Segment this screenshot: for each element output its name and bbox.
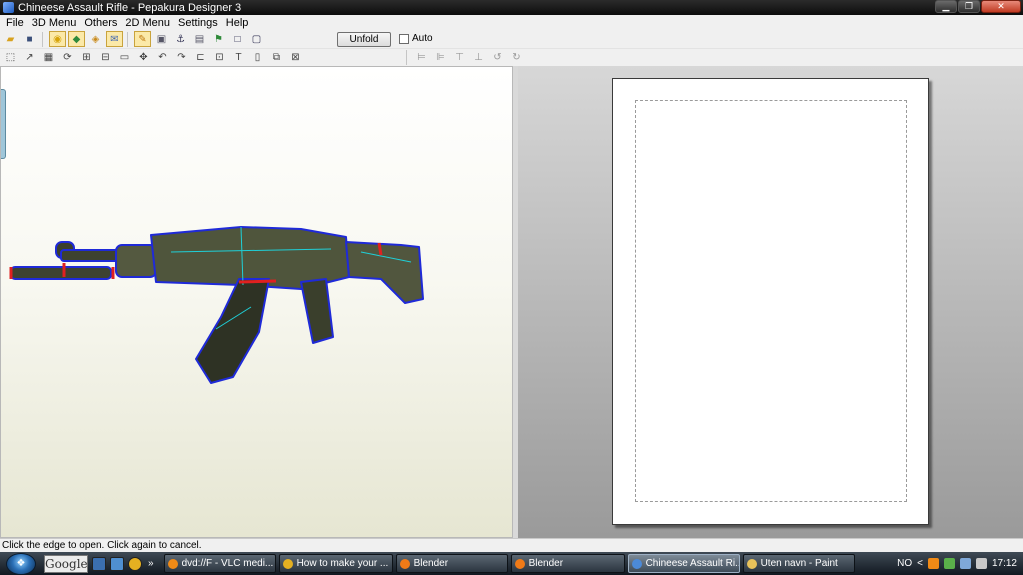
save-icon[interactable]: ■ — [21, 31, 38, 47]
task-label: Uten navn - Paint — [760, 558, 838, 569]
language-indicator[interactable]: NO — [897, 558, 912, 569]
quicklaunch-overflow[interactable]: » — [148, 558, 154, 569]
tray-expand-arrow[interactable]: < — [917, 558, 923, 569]
task-label: Blender — [413, 558, 449, 569]
layout-icon[interactable]: ⊡ — [211, 50, 228, 66]
menu-2d[interactable]: 2D Menu — [121, 17, 174, 29]
envelope-icon[interactable]: ✉ — [106, 31, 123, 47]
unfold-button[interactable]: Unfold — [337, 32, 391, 47]
main-toolbar: ▰ ■ ◉ ◆ ◈ ✉ ✎ ▣ ⚓ ▤ ⚑ □ ▢ Unfold Auto — [0, 30, 1023, 49]
printable-area — [635, 100, 907, 502]
align-right-icon[interactable]: ⊫ — [432, 50, 449, 66]
vlc-tray-icon[interactable] — [927, 558, 939, 569]
paint-icon — [746, 558, 757, 569]
side-panel-tab[interactable] — [1, 89, 6, 159]
cube-icon[interactable]: ◈ — [87, 31, 104, 47]
clock[interactable]: 17:12 — [992, 558, 1017, 569]
align-left-icon[interactable]: ⊨ — [413, 50, 430, 66]
task-label: dvd://F - VLC medi... — [181, 558, 274, 569]
auto-option: Auto — [399, 33, 433, 44]
show-desktop-icon[interactable] — [92, 556, 106, 571]
edit-toolbar: ⬚ ↗ ▦ ⟳ ⊞ ⊟ ▭ ✥ ↶ ↷ ⊏ ⊡ T ▯ ⧉ ⊠ ⊨ ⊫ ⊤ ⊥ … — [0, 49, 1023, 66]
pencil-icon[interactable]: ✎ — [134, 31, 151, 47]
auto-label: Auto — [412, 33, 433, 44]
copy-icon[interactable]: ⧉ — [268, 50, 285, 66]
paper-sheet[interactable] — [612, 78, 929, 525]
menu-others[interactable]: Others — [80, 17, 121, 29]
maximize-button[interactable]: ❐ — [958, 0, 980, 13]
pepakura-icon — [631, 558, 642, 569]
volume-icon[interactable] — [975, 558, 987, 569]
rotate-left-icon[interactable]: ↺ — [489, 50, 506, 66]
task-label: Chineese Assault Ri... — [645, 558, 740, 569]
chrome-icon[interactable] — [128, 556, 142, 571]
menu-settings[interactable]: Settings — [174, 17, 222, 29]
box-icon[interactable]: ▣ — [153, 31, 170, 47]
anchor-icon[interactable]: ⚓ — [172, 31, 189, 47]
task-blender-2[interactable]: Blender — [510, 554, 625, 573]
window-controls: ▁ ❐ ✕ — [935, 0, 1021, 13]
move-icon[interactable]: ✥ — [135, 50, 152, 66]
title-bar: Chineese Assault Rifle - Pepakura Design… — [0, 0, 1023, 15]
window-title: Chineese Assault Rifle - Pepakura Design… — [18, 1, 242, 14]
menu-bar: File 3D Menu Others 2D Menu Settings Hel… — [0, 15, 1023, 30]
flap-icon[interactable]: ▭ — [116, 50, 133, 66]
align-icon[interactable]: ⊏ — [192, 50, 209, 66]
text-icon[interactable]: T — [230, 50, 247, 66]
redo-icon[interactable]: ↷ — [173, 50, 190, 66]
open-folder-icon[interactable]: ▰ — [2, 31, 19, 47]
rotate-icon[interactable]: ⟳ — [59, 50, 76, 66]
vlc-icon — [167, 558, 178, 569]
taskbar: ❖ Google » dvd://F - VLC medi... How to … — [0, 552, 1023, 575]
menu-help[interactable]: Help — [222, 17, 253, 29]
task-chrome[interactable]: How to make your ... — [278, 554, 393, 573]
network-icon[interactable] — [959, 558, 971, 569]
rifle-model[interactable] — [1, 67, 512, 537]
grid-icon[interactable]: ▦ — [40, 50, 57, 66]
undo-icon[interactable]: ↶ — [154, 50, 171, 66]
minimize-button[interactable]: ▁ — [935, 0, 957, 13]
system-tray: NO < 17:12 — [891, 552, 1023, 575]
task-label: Blender — [528, 558, 564, 569]
texture-cube-icon[interactable]: ◆ — [68, 31, 85, 47]
scale-icon[interactable]: ⊠ — [287, 50, 304, 66]
split-view-icon[interactable]: ▢ — [248, 31, 265, 47]
pepakura-icon — [3, 2, 14, 13]
align-top-icon[interactable]: ⊤ — [451, 50, 468, 66]
task-blender-1[interactable]: Blender — [395, 554, 508, 573]
lightbulb-icon[interactable]: ◉ — [49, 31, 66, 47]
task-label: How to make your ... — [296, 558, 389, 569]
task-vlc[interactable]: dvd://F - VLC medi... — [163, 554, 276, 573]
tray-app-icon[interactable] — [943, 558, 955, 569]
rotate-right-icon[interactable]: ↻ — [508, 50, 525, 66]
switch-windows-icon[interactable] — [110, 556, 124, 571]
task-paint[interactable]: Uten navn - Paint — [742, 554, 855, 573]
select-icon[interactable]: ⬚ — [2, 50, 19, 66]
parts-icon[interactable]: ▤ — [191, 31, 208, 47]
join-icon[interactable]: ⊞ — [78, 50, 95, 66]
print-area-icon[interactable]: ▯ — [249, 50, 266, 66]
single-view-icon[interactable]: □ — [229, 31, 246, 47]
split-icon[interactable]: ⊟ — [97, 50, 114, 66]
blender-icon — [514, 558, 525, 569]
2d-view-pane[interactable] — [518, 66, 1023, 538]
menu-3d[interactable]: 3D Menu — [28, 17, 81, 29]
toolbar-separator — [127, 31, 128, 47]
google-search-box[interactable]: Google — [44, 554, 88, 573]
menu-file[interactable]: File — [2, 17, 28, 29]
auto-checkbox[interactable] — [399, 33, 409, 44]
flag-icon[interactable]: ⚑ — [210, 31, 227, 47]
status-bar: Click the edge to open. Click again to c… — [0, 538, 1023, 552]
close-button[interactable]: ✕ — [981, 0, 1021, 13]
3d-view-pane[interactable] — [0, 66, 513, 538]
toolbar-separator — [406, 50, 407, 65]
align-bottom-icon[interactable]: ⊥ — [470, 50, 487, 66]
toolbar-separator — [42, 31, 43, 47]
edge-icon[interactable]: ↗ — [21, 50, 38, 66]
task-pepakura[interactable]: Chineese Assault Ri... — [627, 554, 740, 573]
blender-icon — [399, 558, 410, 569]
windows-start-icon[interactable]: ❖ — [6, 552, 36, 575]
chrome-icon — [282, 558, 293, 569]
